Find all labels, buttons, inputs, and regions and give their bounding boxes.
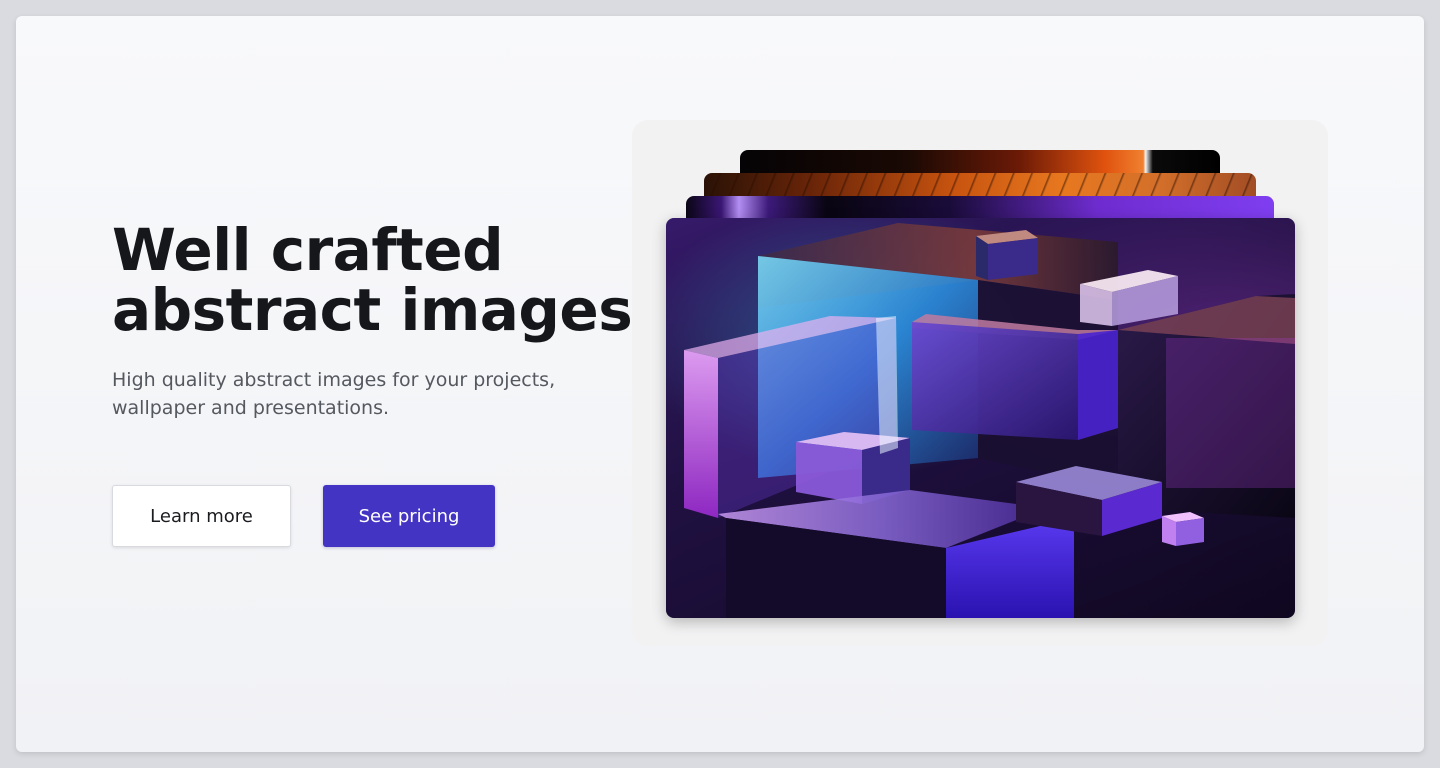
hero-subtitle-line-2: wallpaper and presentations. [112, 397, 390, 419]
featured-abstract-image [666, 218, 1295, 618]
hero-subtitle: High quality abstract images for your pr… [112, 366, 572, 422]
hero-section: Well crafted abstract images High qualit… [16, 16, 1424, 752]
image-gallery-stack [632, 120, 1328, 646]
hero-subtitle-line-1: High quality abstract images for your pr… [112, 369, 556, 391]
hero-title-line-2: abstract images [112, 276, 633, 344]
hero-title: Well crafted abstract images [112, 216, 633, 344]
hero-title-line-1: Well crafted [112, 216, 504, 284]
learn-more-button[interactable]: Learn more [112, 485, 291, 547]
see-pricing-button[interactable]: See pricing [323, 485, 495, 547]
